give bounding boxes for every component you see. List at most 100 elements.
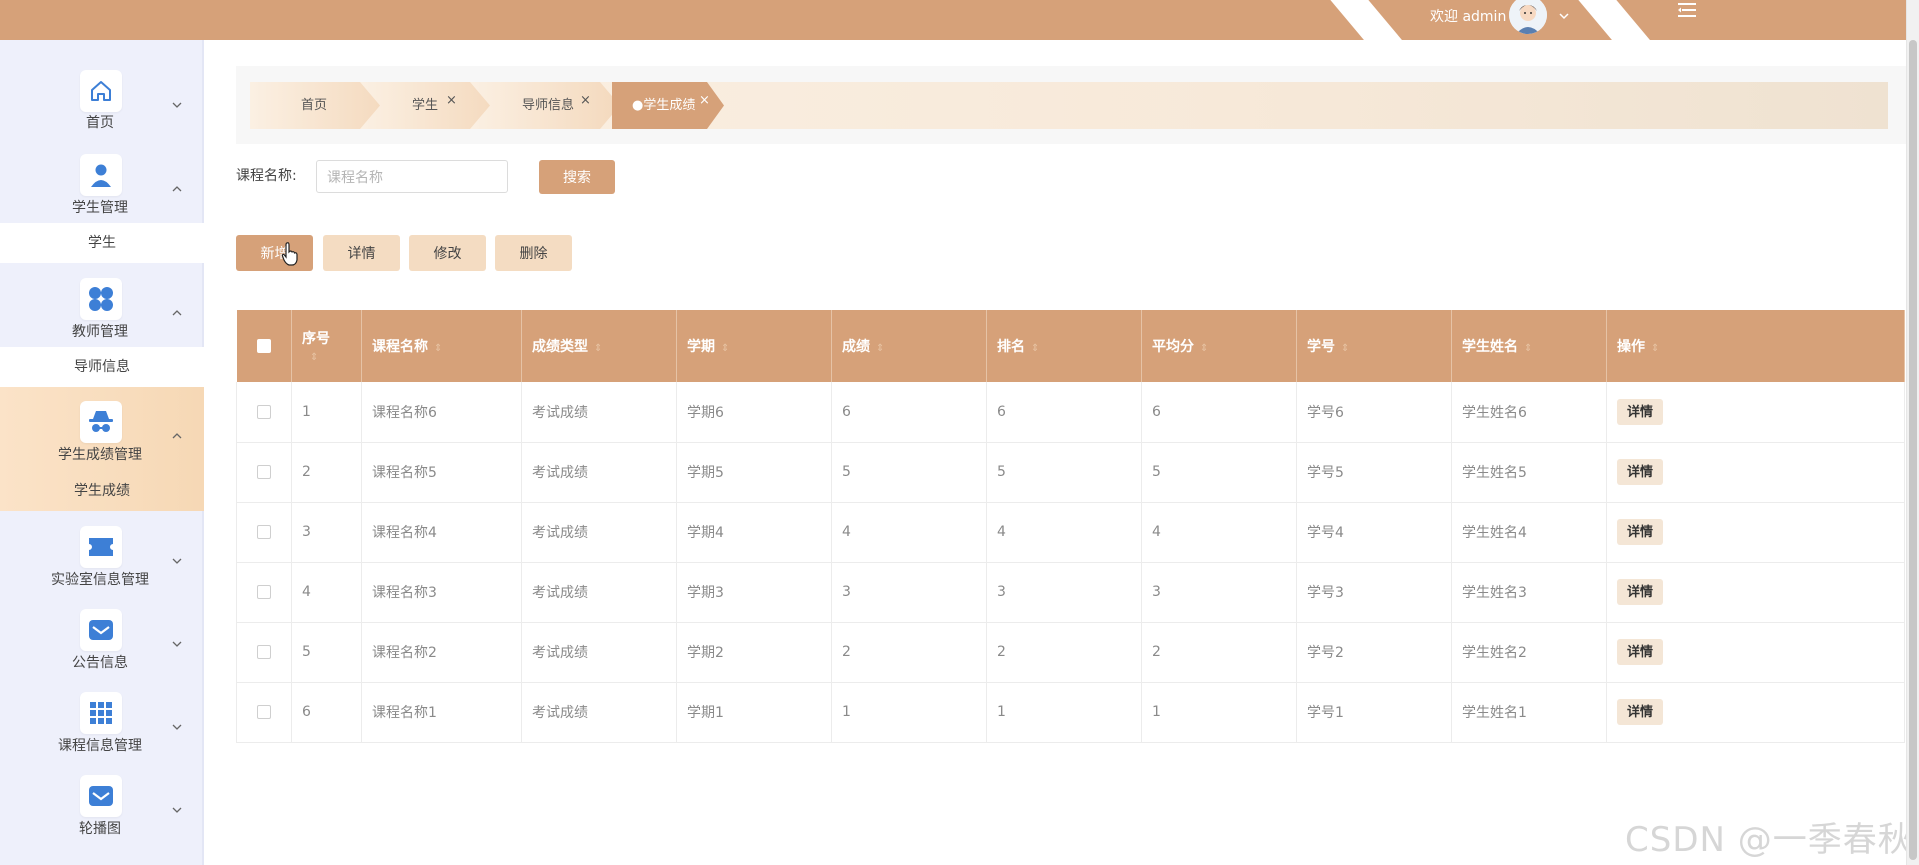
header-decoration-stripe — [1575, 0, 1655, 40]
cell-seq: 5 — [291, 622, 362, 683]
row-checkbox[interactable] — [236, 442, 292, 503]
cell-rank: 6 — [986, 382, 1142, 443]
sidebar-item-lab-management[interactable]: 实验室信息管理 — [0, 511, 204, 595]
column-header-semester[interactable]: 学期 ⇕ — [676, 310, 832, 382]
sidebar-subitem-tutor-info[interactable]: 导师信息 — [0, 347, 204, 387]
table-row[interactable]: 3 课程名称4 考试成绩 学期4 4 4 4 学号4 学生姓名4 详情 — [236, 502, 1905, 563]
course-name-search-input[interactable] — [316, 160, 508, 193]
row-checkbox[interactable] — [236, 382, 292, 443]
row-detail-button[interactable]: 详情 — [1617, 699, 1664, 725]
watermark: CSDN @一季春秋 — [1625, 820, 1913, 860]
tab-tutor-info[interactable]: 导师信息 × — [470, 82, 620, 129]
add-button[interactable]: 新增 — [236, 235, 313, 271]
cell-seq: 6 — [291, 682, 362, 743]
cell-student-id: 学号3 — [1296, 562, 1452, 623]
sidebar-item-teacher-management[interactable]: 教师管理 — [0, 263, 204, 347]
row-checkbox[interactable] — [236, 502, 292, 563]
cell-average: 5 — [1141, 442, 1297, 503]
row-detail-button[interactable]: 详情 — [1617, 459, 1664, 485]
sort-icon: ⇕ — [1200, 343, 1209, 354]
sidebar-item-announcements[interactable]: 公告信息 — [0, 595, 204, 678]
delete-button[interactable]: 删除 — [495, 235, 572, 271]
chevron-down-icon — [172, 807, 182, 813]
grid-circles-icon — [80, 278, 122, 320]
search-label: 课程名称: — [236, 168, 297, 184]
tab-student-score[interactable]: ●学生成绩 × — [612, 82, 724, 129]
cell-semester: 学期6 — [676, 382, 832, 443]
sidebar-item-home[interactable]: 首页 — [0, 40, 204, 140]
row-checkbox[interactable] — [236, 622, 292, 683]
ticket-icon — [80, 526, 122, 568]
cell-student-id: 学号1 — [1296, 682, 1452, 743]
table-row[interactable]: 6 课程名称1 考试成绩 学期1 1 1 1 学号1 学生姓名1 详情 — [236, 682, 1905, 743]
cell-score-type: 考试成绩 — [521, 442, 677, 503]
close-icon[interactable]: × — [446, 93, 457, 108]
chevron-down-icon[interactable] — [1557, 9, 1571, 23]
row-detail-button[interactable]: 详情 — [1617, 519, 1664, 545]
score-table: 序号 ⇕ 课程名称 ⇕ 成绩类型 ⇕ 学期 ⇕ 成绩 ⇕ 排名 ⇕ 平均分 ⇕ 学号 ⇕ 学生姓… — [236, 310, 1905, 743]
column-header-actions: 操作 ⇕ — [1606, 310, 1905, 382]
close-icon[interactable]: × — [580, 93, 591, 108]
user-avatar[interactable] — [1509, 0, 1547, 34]
sidebar-item-student-management[interactable]: 学生管理 — [0, 140, 204, 223]
table-row[interactable]: 5 课程名称2 考试成绩 学期2 2 2 2 学号2 学生姓名2 详情 — [236, 622, 1905, 683]
cell-score: 4 — [831, 502, 987, 563]
cell-actions: 详情 — [1606, 562, 1905, 623]
cell-actions: 详情 — [1606, 442, 1905, 503]
table-row[interactable]: 1 课程名称6 考试成绩 学期6 6 6 6 学号6 学生姓名6 详情 — [236, 382, 1905, 443]
cell-actions: 详情 — [1606, 382, 1905, 443]
cell-average: 6 — [1141, 382, 1297, 443]
sidebar-item-score-management[interactable]: 学生成绩管理 — [0, 387, 204, 471]
row-detail-button[interactable]: 详情 — [1617, 579, 1664, 605]
hamburger-icon[interactable] — [1676, 1, 1698, 19]
tab-label: 首页 — [301, 98, 328, 113]
detail-button[interactable]: 详情 — [323, 235, 400, 271]
row-detail-button[interactable]: 详情 — [1617, 639, 1664, 665]
cell-student-id: 学号6 — [1296, 382, 1452, 443]
column-header-rank[interactable]: 排名 ⇕ — [986, 310, 1142, 382]
table-row[interactable]: 2 课程名称5 考试成绩 学期5 5 5 5 学号5 学生姓名5 详情 — [236, 442, 1905, 503]
select-all-checkbox[interactable] — [236, 310, 292, 382]
tab-label: ●学生成绩 — [632, 98, 696, 113]
cell-seq: 2 — [291, 442, 362, 503]
sidebar-item-label: 教师管理 — [72, 324, 128, 340]
sidebar-subitem-student[interactable]: 学生 — [0, 223, 204, 263]
edit-button[interactable]: 修改 — [409, 235, 486, 271]
cell-score-type: 考试成绩 — [521, 682, 677, 743]
sidebar-subitem-student-score[interactable]: 学生成绩 — [0, 471, 204, 511]
cell-rank: 4 — [986, 502, 1142, 563]
column-header-score-type[interactable]: 成绩类型 ⇕ — [521, 310, 677, 382]
column-header-score[interactable]: 成绩 ⇕ — [831, 310, 987, 382]
cell-average: 3 — [1141, 562, 1297, 623]
top-bar: 欢迎 admin — [0, 0, 1906, 40]
sort-icon: ⇕ — [1524, 343, 1533, 354]
welcome-text: 欢迎 admin — [1430, 9, 1507, 25]
table-row[interactable]: 4 课程名称3 考试成绩 学期3 3 3 3 学号3 学生姓名3 详情 — [236, 562, 1905, 623]
cell-score: 6 — [831, 382, 987, 443]
chevron-up-icon — [172, 433, 182, 439]
column-header-student-id[interactable]: 学号 ⇕ — [1296, 310, 1452, 382]
sidebar-item-label: 学生成绩管理 — [58, 447, 142, 463]
row-detail-button[interactable]: 详情 — [1617, 398, 1664, 425]
sidebar-item-carousel[interactable]: 轮播图 — [0, 761, 204, 845]
scrollbar-thumb[interactable] — [1909, 40, 1917, 860]
column-header-student-name[interactable]: 学生姓名 ⇕ — [1451, 310, 1607, 382]
search-button[interactable]: 搜索 — [539, 160, 615, 194]
sidebar-item-label: 学生管理 — [72, 200, 128, 216]
cell-score-type: 考试成绩 — [521, 562, 677, 623]
cell-rank: 1 — [986, 682, 1142, 743]
close-icon[interactable]: × — [699, 93, 710, 108]
column-header-course-name[interactable]: 课程名称 ⇕ — [361, 310, 522, 382]
cell-rank: 2 — [986, 622, 1142, 683]
column-header-seq[interactable]: 序号 ⇕ — [291, 310, 362, 382]
cell-semester: 学期3 — [676, 562, 832, 623]
row-checkbox[interactable] — [236, 562, 292, 623]
sidebar-item-course-management[interactable]: 课程信息管理 — [0, 678, 204, 761]
sort-icon: ⇕ — [1031, 343, 1040, 354]
row-checkbox[interactable] — [236, 682, 292, 743]
column-header-average[interactable]: 平均分 ⇕ — [1141, 310, 1297, 382]
sidebar-item-label: 轮播图 — [79, 821, 121, 837]
cell-course-name: 课程名称6 — [361, 382, 522, 443]
home-icon — [80, 70, 122, 112]
vertical-scrollbar[interactable] — [1906, 0, 1919, 865]
